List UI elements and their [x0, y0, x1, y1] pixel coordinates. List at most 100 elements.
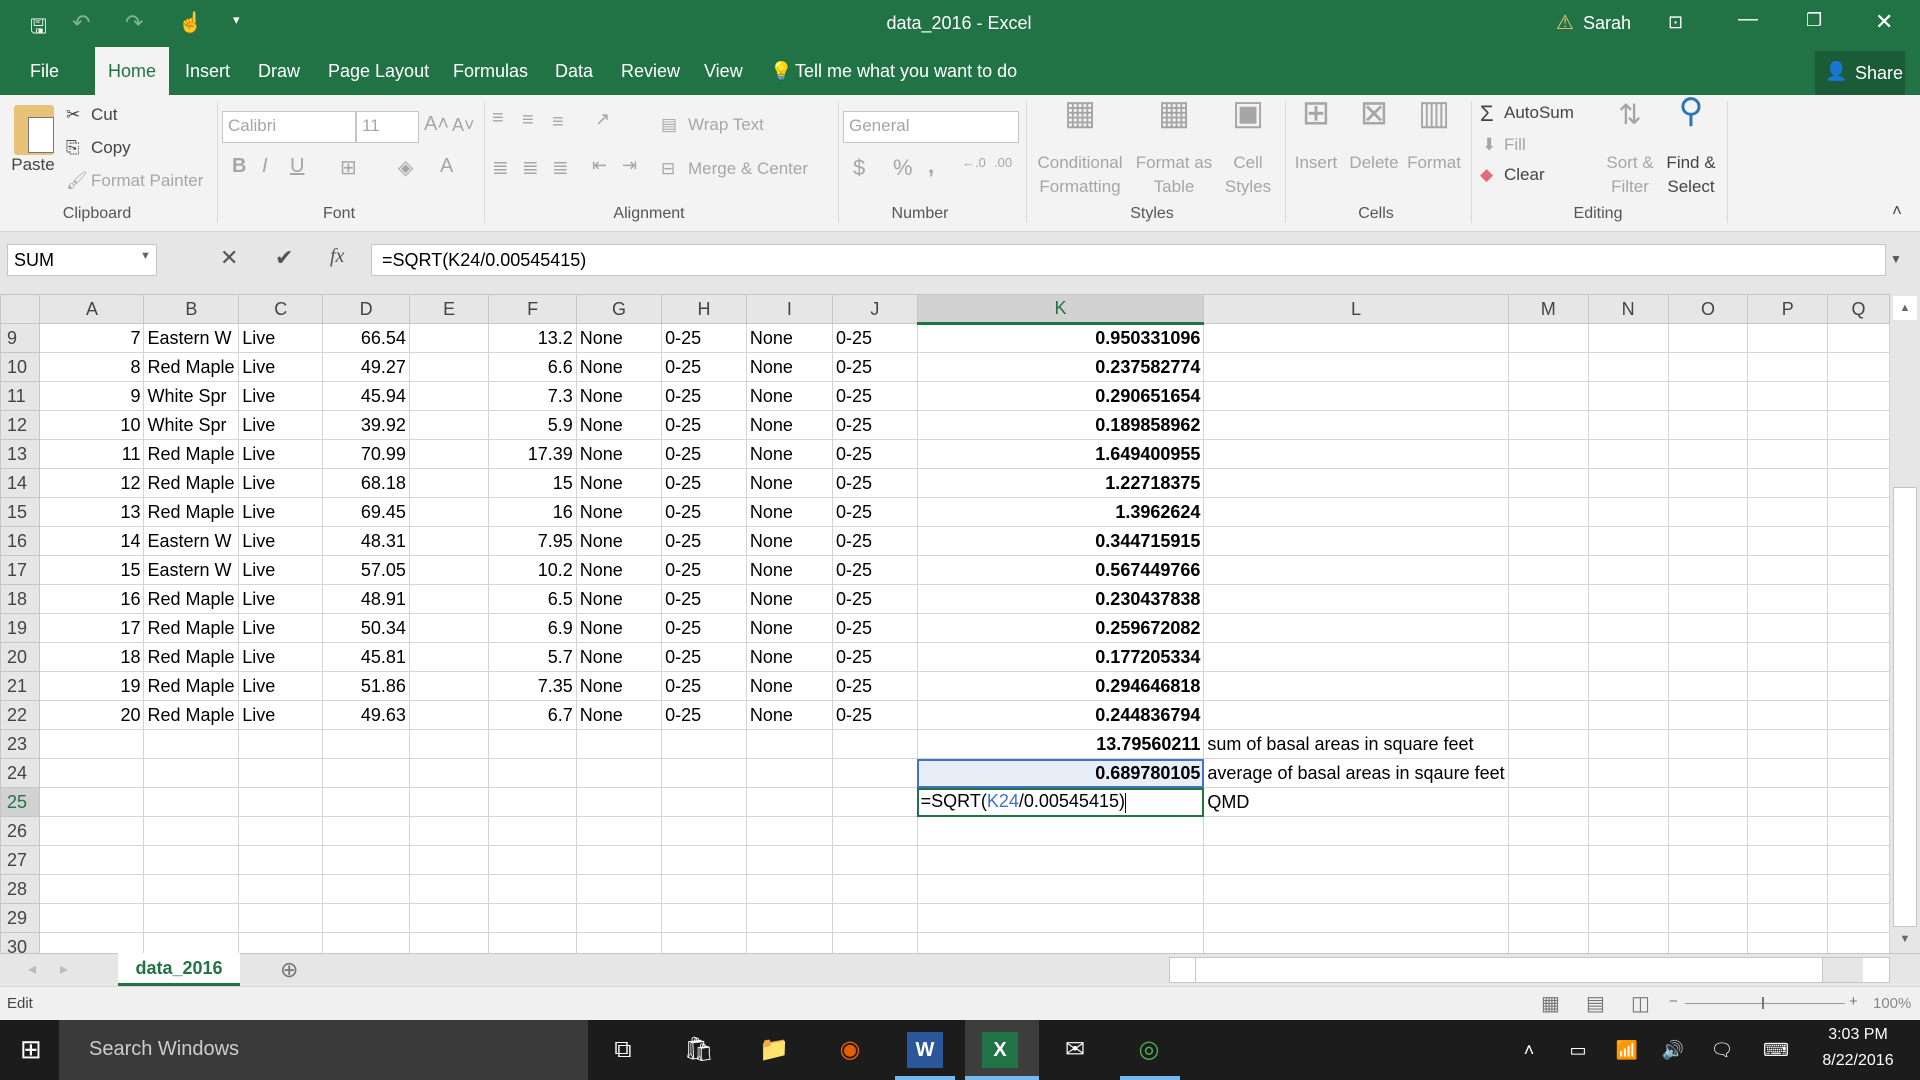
- cell-N22[interactable]: [1587, 700, 1669, 730]
- cell-D28[interactable]: [322, 874, 410, 904]
- cell-J16[interactable]: 0-25: [831, 526, 918, 556]
- cell-D21[interactable]: 51.86: [322, 671, 410, 701]
- cell-M18[interactable]: [1507, 584, 1589, 614]
- cell-P13[interactable]: [1747, 439, 1828, 469]
- mail-icon[interactable]: ✉: [1057, 1032, 1093, 1068]
- cell-B27[interactable]: [143, 845, 240, 875]
- cell-A13[interactable]: 11: [39, 439, 145, 469]
- cell-H16[interactable]: 0-25: [661, 526, 747, 556]
- cell-G27[interactable]: [575, 845, 663, 875]
- row-header-26[interactable]: 26: [0, 816, 41, 846]
- cell-I27[interactable]: [745, 845, 833, 875]
- column-header-C[interactable]: C: [238, 294, 324, 324]
- cell-E29[interactable]: [408, 903, 490, 933]
- cell-D29[interactable]: [322, 903, 410, 933]
- cell-D17[interactable]: 57.05: [322, 555, 410, 585]
- cell-Q25[interactable]: [1827, 787, 1890, 817]
- cell-G24[interactable]: [575, 758, 663, 788]
- cell-N28[interactable]: [1587, 874, 1669, 904]
- cell-L11[interactable]: [1203, 381, 1509, 411]
- task-view-icon[interactable]: ⧉: [605, 1032, 641, 1068]
- cell-M28[interactable]: [1507, 874, 1589, 904]
- prev-sheet-icon[interactable]: ◂: [28, 959, 36, 979]
- cell-Q9[interactable]: [1827, 323, 1890, 353]
- cell-Q16[interactable]: [1827, 526, 1890, 556]
- cell-M23[interactable]: [1507, 729, 1589, 759]
- cell-D30[interactable]: [322, 932, 410, 953]
- font-color-icon[interactable]: A: [440, 155, 453, 178]
- cell-N16[interactable]: [1587, 526, 1669, 556]
- cell-K27[interactable]: [916, 845, 1205, 875]
- word-icon[interactable]: W: [907, 1032, 943, 1068]
- cell-D22[interactable]: 49.63: [322, 700, 410, 730]
- cell-C13[interactable]: Live: [238, 439, 324, 469]
- cell-N25[interactable]: [1587, 787, 1669, 817]
- cell-M15[interactable]: [1507, 497, 1589, 527]
- cell-L23[interactable]: sum of basal areas in square feet: [1203, 729, 1509, 759]
- tab-insert[interactable]: Insert: [185, 61, 230, 82]
- cell-H29[interactable]: [661, 903, 747, 933]
- cell-A15[interactable]: 13: [39, 497, 145, 527]
- cell-B26[interactable]: [143, 816, 240, 846]
- column-header-H[interactable]: H: [661, 294, 747, 324]
- scroll-up-icon[interactable]: ▲: [1893, 296, 1917, 320]
- restore-button[interactable]: ❐: [1806, 10, 1822, 31]
- cell-C26[interactable]: [238, 816, 324, 846]
- cell-Q17[interactable]: [1827, 555, 1890, 585]
- cell-H17[interactable]: 0-25: [661, 555, 747, 585]
- cell-A18[interactable]: 16: [39, 584, 145, 614]
- column-header-N[interactable]: N: [1587, 294, 1669, 324]
- cell-F14[interactable]: 15: [488, 468, 577, 498]
- cell-Q14[interactable]: [1827, 468, 1890, 498]
- cell-F25[interactable]: [488, 787, 577, 817]
- cell-N10[interactable]: [1587, 352, 1669, 382]
- cell-D16[interactable]: 48.31: [322, 526, 410, 556]
- cell-E26[interactable]: [408, 816, 490, 846]
- cell-N30[interactable]: [1587, 932, 1669, 953]
- cell-E18[interactable]: [408, 584, 490, 614]
- cell-C11[interactable]: Live: [238, 381, 324, 411]
- cell-H25[interactable]: [661, 787, 747, 817]
- cell-L20[interactable]: [1203, 642, 1509, 672]
- cell-K10[interactable]: 0.237582774: [916, 352, 1205, 382]
- cell-Q13[interactable]: [1827, 439, 1890, 469]
- scroll-down-icon[interactable]: ▼: [1893, 927, 1917, 951]
- align-top-icon[interactable]: ≡: [492, 107, 504, 130]
- name-box-dropdown-icon[interactable]: ▼: [140, 250, 151, 262]
- name-box[interactable]: SUM: [7, 244, 157, 276]
- cell-D24[interactable]: [322, 758, 410, 788]
- cell-A9[interactable]: 7: [39, 323, 145, 353]
- cell-J28[interactable]: [831, 874, 918, 904]
- cell-F30[interactable]: [488, 932, 577, 953]
- row-header-15[interactable]: 15: [0, 497, 41, 527]
- cell-A19[interactable]: 17: [39, 613, 145, 643]
- volume-icon[interactable]: 🔊: [1655, 1032, 1691, 1068]
- cell-H20[interactable]: 0-25: [661, 642, 747, 672]
- cell-O10[interactable]: [1667, 352, 1749, 382]
- enter-icon[interactable]: ✔: [275, 245, 293, 271]
- cell-E10[interactable]: [408, 352, 490, 382]
- cell-P15[interactable]: [1747, 497, 1828, 527]
- zoom-slider[interactable]: [1685, 1003, 1845, 1004]
- chrome-icon[interactable]: ◎: [1131, 1032, 1167, 1068]
- cell-N18[interactable]: [1587, 584, 1669, 614]
- cell-B25[interactable]: [143, 787, 240, 817]
- cell-C22[interactable]: Live: [238, 700, 324, 730]
- cell-D14[interactable]: 68.18: [322, 468, 410, 498]
- cell-D12[interactable]: 39.92: [322, 410, 410, 440]
- format-as-table-button[interactable]: Format as Table: [1136, 151, 1213, 199]
- cell-K14[interactable]: 1.22718375: [916, 468, 1205, 498]
- cancel-icon[interactable]: ✕: [220, 245, 238, 271]
- cell-O25[interactable]: [1667, 787, 1749, 817]
- cell-C19[interactable]: Live: [238, 613, 324, 643]
- cell-J22[interactable]: 0-25: [831, 700, 918, 730]
- cell-Q20[interactable]: [1827, 642, 1890, 672]
- cell-B29[interactable]: [143, 903, 240, 933]
- cell-I12[interactable]: None: [745, 410, 833, 440]
- cell-I24[interactable]: [745, 758, 833, 788]
- cell-P26[interactable]: [1747, 816, 1828, 846]
- cell-C15[interactable]: Live: [238, 497, 324, 527]
- cell-E30[interactable]: [408, 932, 490, 953]
- cell-E21[interactable]: [408, 671, 490, 701]
- cell-J11[interactable]: 0-25: [831, 381, 918, 411]
